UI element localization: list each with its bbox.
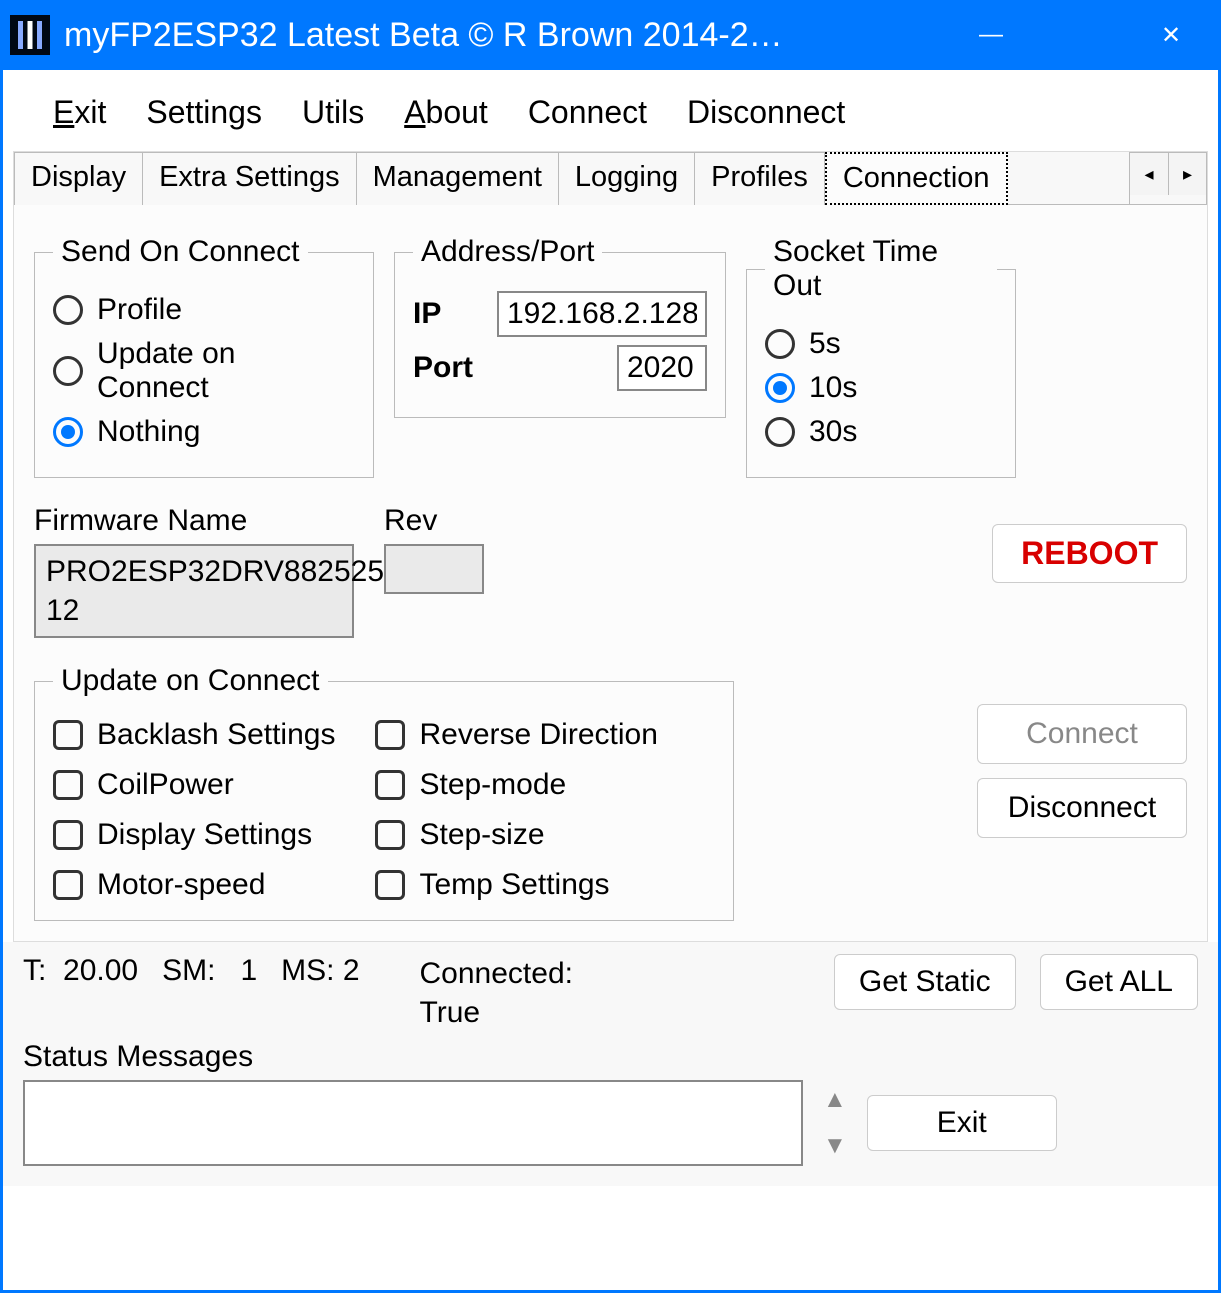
chk-motorspeed[interactable]: [53, 870, 83, 900]
sm-label: SM:: [162, 954, 215, 987]
radio-profile-label: Profile: [97, 293, 182, 327]
menu-connect[interactable]: Connect: [508, 90, 667, 135]
radio-profile[interactable]: [53, 295, 83, 325]
app-icon: [10, 15, 50, 55]
chk-temp-label: Temp Settings: [419, 868, 609, 902]
disconnect-button[interactable]: Disconnect: [977, 778, 1187, 838]
address-port-group: Address/Port IP Port: [394, 235, 726, 418]
radio-10s-label: 10s: [809, 371, 857, 405]
port-input[interactable]: [617, 345, 707, 391]
rev-label: Rev: [384, 504, 484, 538]
tab-strip: Display Extra Settings Management Loggin…: [14, 152, 1207, 205]
chk-stepsize-label: Step-size: [419, 818, 544, 852]
close-button[interactable]: ✕: [1151, 15, 1191, 55]
ms-label: MS:: [281, 954, 334, 987]
chk-display[interactable]: [53, 820, 83, 850]
tab-management[interactable]: Management: [357, 152, 559, 205]
update-on-connect-legend: Update on Connect: [53, 664, 328, 698]
spin-down-icon[interactable]: ▼: [823, 1134, 847, 1158]
chk-stepmode-label: Step-mode: [419, 768, 566, 802]
t-label: T:: [23, 954, 46, 987]
chk-coilpower[interactable]: [53, 770, 83, 800]
title-bar: myFP2ESP32 Latest Beta © R Brown 2014-2……: [0, 0, 1221, 70]
window-title: myFP2ESP32 Latest Beta © R Brown 2014-2…: [64, 16, 971, 55]
tab-scroll-left-icon[interactable]: ◂: [1130, 153, 1168, 195]
radio-5s-label: 5s: [809, 327, 841, 361]
maximize-button[interactable]: [1061, 15, 1101, 55]
status-messages-label: Status Messages: [23, 1040, 1198, 1074]
get-all-button[interactable]: Get ALL: [1040, 954, 1198, 1010]
status-messages-box[interactable]: [23, 1080, 803, 1166]
port-label: Port: [413, 351, 483, 385]
radio-nothing-label: Nothing: [97, 415, 200, 449]
chk-reverse-label: Reverse Direction: [419, 718, 657, 752]
radio-5s[interactable]: [765, 329, 795, 359]
radio-update-on-connect[interactable]: [53, 356, 83, 386]
ip-label: IP: [413, 297, 483, 331]
chk-stepmode[interactable]: [375, 770, 405, 800]
firmware-name-field: PRO2ESP32DRV8825250-12: [34, 544, 354, 638]
rev-field: [384, 544, 484, 594]
socket-timeout-legend: Socket Time Out: [765, 235, 997, 303]
t-value: 20.00: [63, 954, 138, 987]
spin-up-icon[interactable]: ▲: [823, 1088, 847, 1112]
tab-connection[interactable]: Connection: [825, 152, 1008, 205]
menu-disconnect[interactable]: Disconnect: [667, 90, 865, 135]
update-on-connect-group: Update on Connect Backlash Settings Coil…: [34, 664, 734, 921]
chk-display-label: Display Settings: [97, 818, 312, 852]
exit-button[interactable]: Exit: [867, 1095, 1057, 1151]
menu-utils[interactable]: Utils: [282, 90, 384, 135]
chk-backlash-label: Backlash Settings: [97, 718, 335, 752]
menu-settings[interactable]: Settings: [126, 90, 282, 135]
tab-logging[interactable]: Logging: [559, 152, 695, 205]
radio-10s[interactable]: [765, 373, 795, 403]
chk-temp[interactable]: [375, 870, 405, 900]
get-static-button[interactable]: Get Static: [834, 954, 1016, 1010]
reboot-button[interactable]: REBOOT: [992, 524, 1187, 583]
chk-backlash[interactable]: [53, 720, 83, 750]
tab-profiles[interactable]: Profiles: [695, 152, 825, 205]
connect-button[interactable]: Connect: [977, 704, 1187, 764]
tab-extra-settings[interactable]: Extra Settings: [143, 152, 357, 205]
ip-input[interactable]: [497, 291, 707, 337]
address-port-legend: Address/Port: [413, 235, 602, 269]
menu-about[interactable]: About: [384, 90, 508, 135]
radio-update-label: Update on Connect: [97, 337, 355, 405]
radio-nothing[interactable]: [53, 417, 83, 447]
sm-value: 1: [240, 954, 257, 987]
connected-label: Connected:: [420, 954, 573, 993]
radio-30s-label: 30s: [809, 415, 857, 449]
minimize-button[interactable]: —: [971, 15, 1011, 55]
chk-coilpower-label: CoilPower: [97, 768, 234, 802]
tab-scroll-right-icon[interactable]: ▸: [1168, 153, 1206, 195]
send-on-connect-legend: Send On Connect: [53, 235, 308, 269]
firmware-name-label: Firmware Name: [34, 504, 354, 538]
ms-value: 2: [343, 954, 360, 987]
socket-timeout-group: Socket Time Out 5s 10s 30s: [746, 235, 1016, 478]
menu-bar: Exit Settings Utils About Connect Discon…: [3, 70, 1218, 151]
tab-display[interactable]: Display: [14, 152, 143, 205]
chk-motorspeed-label: Motor-speed: [97, 868, 265, 902]
radio-30s[interactable]: [765, 417, 795, 447]
connected-value: True: [420, 993, 573, 1032]
menu-exit[interactable]: Exit: [33, 90, 126, 135]
chk-reverse[interactable]: [375, 720, 405, 750]
chk-stepsize[interactable]: [375, 820, 405, 850]
send-on-connect-group: Send On Connect Profile Update on Connec…: [34, 235, 374, 478]
